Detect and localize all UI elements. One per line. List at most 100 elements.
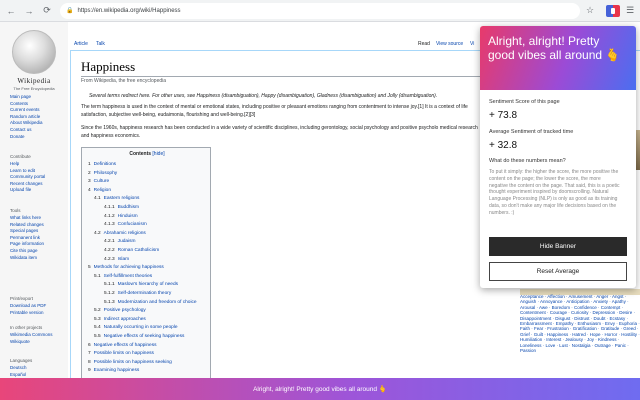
toc-entry-label[interactable]: Positive psychology xyxy=(104,308,146,313)
toc-entry-label[interactable]: Eastern religions xyxy=(104,196,140,201)
toc-entry-label[interactable]: Islam xyxy=(118,257,129,262)
sidebar-link[interactable]: Current events xyxy=(10,107,68,114)
toc-entry[interactable]: 7 Possible limits on happiness xyxy=(88,351,154,356)
toc-entry-number: 5.1.3 xyxy=(104,299,115,305)
toc-entry-label[interactable]: Judaism xyxy=(118,239,136,244)
sidebar-link[interactable]: Deutsch xyxy=(10,365,68,372)
average-label: Average Sentiment of tracked time xyxy=(489,129,574,135)
sidebar-link[interactable]: Learn to edit xyxy=(10,168,68,175)
sidebar-link[interactable]: Community portal xyxy=(10,174,68,181)
toc-entry-label[interactable]: Examining happiness xyxy=(94,368,140,373)
toc-entry[interactable]: 5.1.1 Maslow's hierarchy of needs xyxy=(104,282,178,287)
toc-entry[interactable]: 4.2 Abrahamic religions xyxy=(94,231,146,236)
toc-entry[interactable]: 5.1.3 Modernization and freedom of choice xyxy=(104,300,197,305)
tab-talk[interactable]: Talk xyxy=(96,41,105,47)
wikipedia-globe-logo[interactable] xyxy=(12,30,56,74)
toc-entry[interactable]: 2 Philosophy xyxy=(88,171,117,176)
sidebar-group-heading: Contribute xyxy=(10,154,31,159)
toc-entry-label[interactable]: Roman Catholicism xyxy=(118,248,160,253)
toc-entry-label[interactable]: Confucianism xyxy=(118,222,147,227)
explanation-text: To put it simply: the higher the score, … xyxy=(489,169,620,216)
sidebar-link[interactable]: Related changes xyxy=(10,222,68,229)
sidebar-link[interactable]: Upload file xyxy=(10,187,68,194)
toc-entry[interactable]: 5.4 Naturally occurring in some people xyxy=(94,325,178,330)
sidebar-link[interactable]: Wikimedia Commons xyxy=(10,332,68,339)
toc-entry-label[interactable]: Modernization and freedom of choice xyxy=(118,300,197,305)
sidebar-link[interactable]: Special pages xyxy=(10,228,68,235)
toc-entry[interactable]: 4.2.1 Judaism xyxy=(104,239,136,244)
toc-entry-label[interactable]: Negative effects of seeking happiness xyxy=(104,334,185,339)
toc-entry-label[interactable]: Self-determination theory xyxy=(118,291,172,296)
back-icon[interactable]: ← xyxy=(4,4,18,18)
hide-banner-button[interactable]: Hide Banner xyxy=(489,237,627,256)
tab-article[interactable]: Article xyxy=(74,41,88,47)
toc-entry[interactable]: 6 Negative effects of happiness xyxy=(88,343,157,348)
url-text[interactable]: https://en.wikipedia.org/wiki/Happiness xyxy=(77,8,180,14)
sidebar-link[interactable]: Permanent link xyxy=(10,235,68,242)
toc-entry[interactable]: 5.1 Self-fulfillment theories xyxy=(94,274,152,279)
tab-view-history[interactable]: Vi xyxy=(470,41,474,47)
toc-entry[interactable]: 5.5 Negative effects of seeking happiness xyxy=(94,334,184,339)
toc-entry[interactable]: 9 Examining happiness xyxy=(88,368,139,373)
bookmark-star-icon[interactable]: ☆ xyxy=(586,5,594,16)
toc-entry-label[interactable]: Possible limits on happiness seeking xyxy=(94,360,172,365)
sidebar-link[interactable]: About Wikipedia xyxy=(10,120,68,127)
toc-entry-label[interactable]: Culture xyxy=(94,179,109,184)
toc-entry-label[interactable]: Buddhism xyxy=(118,205,139,210)
toc-entry[interactable]: 4.1 Eastern religions xyxy=(94,196,139,201)
toc-entry-label[interactable]: Self-fulfillment theories xyxy=(104,274,153,279)
toc-entry[interactable]: 1 Definitions xyxy=(88,162,116,167)
toc-hide-link[interactable]: [hide] xyxy=(152,151,164,157)
toc-entry-label[interactable]: Abrahamic religions xyxy=(104,231,146,236)
sidebar-link[interactable]: Contents xyxy=(10,101,68,108)
toc-entry-label[interactable]: Definitions xyxy=(94,162,116,167)
sidebar-link[interactable]: Page information xyxy=(10,241,68,248)
toc-entry-label[interactable]: Philosophy xyxy=(94,171,117,176)
sidebar-link[interactable]: Download as PDF xyxy=(10,303,68,310)
sidebar-link[interactable]: Contact us xyxy=(10,127,68,134)
toc-entry-number: 1 xyxy=(88,162,91,167)
toc-entry-label[interactable]: Religion xyxy=(94,188,111,193)
sidebar-link[interactable]: Main page xyxy=(10,94,68,101)
toc-entry[interactable]: 4.1.1 Buddhism xyxy=(104,205,139,210)
sidebar-link[interactable]: What links here xyxy=(10,215,68,222)
forward-icon[interactable]: → xyxy=(22,4,36,18)
sidebar-link[interactable]: Help xyxy=(10,161,68,168)
sidebar-link[interactable]: Printable version xyxy=(10,310,68,317)
sidebar-link[interactable]: Cite this page xyxy=(10,248,68,255)
menu-icon[interactable]: ☰ xyxy=(626,5,634,16)
toc-entry-label[interactable]: Hinduism xyxy=(118,214,138,219)
toc-entry[interactable]: 4 Religion xyxy=(88,188,111,193)
toc-entry-label[interactable]: Maslow's hierarchy of needs xyxy=(118,282,178,287)
sidebar-link[interactable]: Donate xyxy=(10,134,68,141)
toc-entry-label[interactable]: Negative effects of happiness xyxy=(94,343,157,348)
toc-entry[interactable]: 8 Possible limits on happiness seeking xyxy=(88,360,172,365)
sidebar-link[interactable]: Random article xyxy=(10,114,68,121)
toc-entry-number: 5.1.2 xyxy=(104,291,115,296)
sidebar-link[interactable]: Wikidata item xyxy=(10,255,68,262)
address-bar[interactable]: 🔒 https://en.wikipedia.org/wiki/Happines… xyxy=(60,2,580,19)
tab-read[interactable]: Read xyxy=(418,41,430,47)
toc-entry[interactable]: 3 Culture xyxy=(88,179,109,184)
toc-entry-label[interactable]: Indirect approaches xyxy=(104,317,146,322)
extension-icon[interactable] xyxy=(606,4,621,17)
sidebar-link[interactable]: Wikiquote xyxy=(10,339,68,346)
tab-view-source[interactable]: View source xyxy=(436,41,463,47)
reset-average-button[interactable]: Reset Average xyxy=(489,262,627,281)
intro-paragraph-1: The term happiness is used in the contex… xyxy=(81,104,468,118)
sidebar-link[interactable]: Recent changes xyxy=(10,181,68,188)
toc-entry-label[interactable]: Methods for achieving happiness xyxy=(94,265,164,270)
toc-entry[interactable]: 4.1.2 Hinduism xyxy=(104,214,138,219)
toc-entry[interactable]: 5.3 Indirect approaches xyxy=(94,317,146,322)
toc-entry-label[interactable]: Possible limits on happiness xyxy=(94,351,154,356)
toc-entry-label[interactable]: Naturally occurring in some people xyxy=(104,325,178,330)
vibes-banner: Alright, alright! Pretty good vibes all … xyxy=(0,378,640,400)
toc-entry[interactable]: 4.2.3 Islam xyxy=(104,257,129,262)
toc-entry[interactable]: 4.2.2 Roman Catholicism xyxy=(104,248,159,253)
sidebar-group-heading: Print/export xyxy=(10,296,34,301)
toc-entry[interactable]: 5.1.2 Self-determination theory xyxy=(104,291,171,296)
toc-entry[interactable]: 5.2 Positive psychology xyxy=(94,308,146,313)
toc-entry[interactable]: 5 Methods for achieving happiness xyxy=(88,265,164,270)
toc-entry[interactable]: 4.1.3 Confucianism xyxy=(104,222,147,227)
reload-icon[interactable]: ⟳ xyxy=(40,4,54,18)
